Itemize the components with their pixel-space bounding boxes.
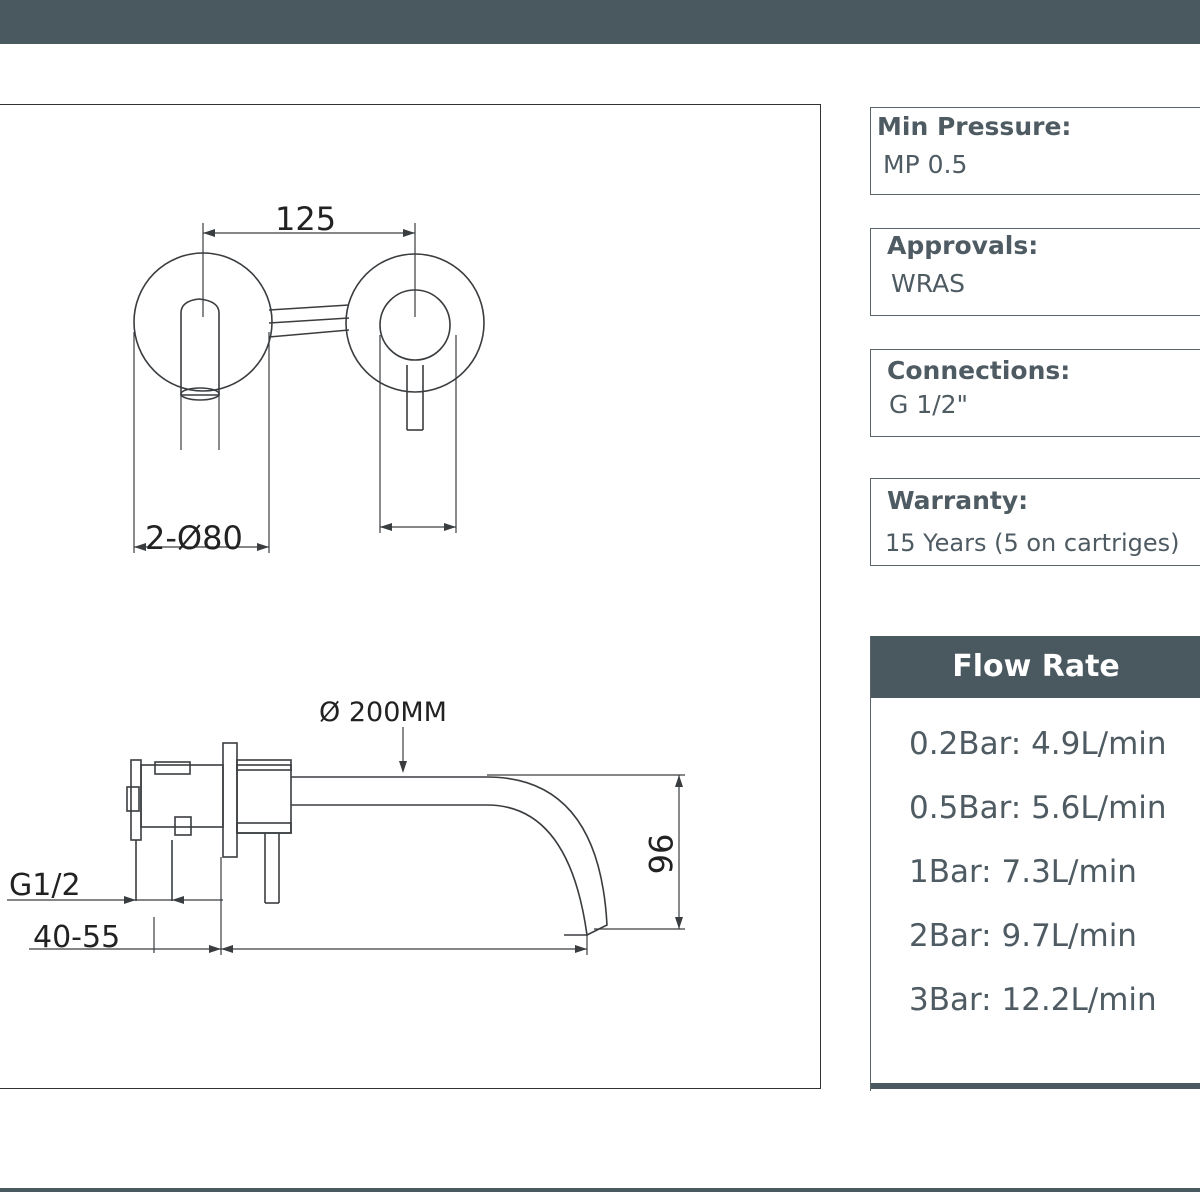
technical-drawing-frame: 125 2-Ø80 Ø 200MM 96 G1/2 40-55 xyxy=(0,104,821,1089)
spec-label-approvals: Approvals: xyxy=(887,231,1039,260)
technical-drawing: 125 2-Ø80 Ø 200MM 96 G1/2 40-55 xyxy=(7,200,685,955)
flow-rate-title: Flow Rate xyxy=(952,649,1120,684)
spec-value-approvals: WRAS xyxy=(891,269,966,298)
flow-rate-panel: Flow Rate 0.2Bar: 4.9L/min 0.5Bar: 5.6L/… xyxy=(870,636,1200,1091)
bottom-rule xyxy=(0,1188,1200,1192)
arrow xyxy=(675,917,683,929)
dim-label-plate: 2-Ø80 xyxy=(145,519,243,557)
flow-row-1bar: 1Bar: 7.3L/min xyxy=(909,854,1137,890)
spec-label-min-pressure: Min Pressure: xyxy=(877,112,1072,141)
spec-box-min-pressure: Min Pressure: MP 0.5 xyxy=(870,107,1200,195)
arrow xyxy=(172,896,184,904)
valve-bottom-nut xyxy=(174,816,192,836)
spout-front xyxy=(180,298,220,396)
dim-label-125: 125 xyxy=(275,200,336,238)
spout-side xyxy=(291,776,608,937)
spec-value-connections: G 1/2" xyxy=(889,390,969,419)
flow-row-0-2bar: 0.2Bar: 4.9L/min xyxy=(909,726,1167,762)
spec-value-min-pressure: MP 0.5 xyxy=(883,150,968,179)
wall-plate xyxy=(222,742,238,858)
valve-top-nut xyxy=(154,761,191,775)
spec-label-connections: Connections: xyxy=(887,356,1071,385)
spec-box-warranty: Warranty: 15 Years (5 on cartriges) xyxy=(870,478,1200,566)
flow-row-3bar: 3Bar: 12.2L/min xyxy=(909,982,1157,1018)
flow-row-0-5bar: 0.5Bar: 5.6L/min xyxy=(909,790,1167,826)
dim-label-connection: G1/2 xyxy=(9,868,81,903)
spec-box-connections: Connections: G 1/2" xyxy=(870,349,1200,437)
arrow xyxy=(203,229,215,237)
arrow xyxy=(209,945,221,953)
pipe-line-3 xyxy=(268,329,350,338)
arrow xyxy=(124,896,136,904)
arrow xyxy=(380,523,392,531)
dim-label-spout: Ø 200MM xyxy=(319,697,447,728)
spec-label-warranty: Warranty: xyxy=(887,486,1029,515)
handle-bottom xyxy=(236,822,292,834)
pipe-line-1 xyxy=(268,304,350,311)
arrow xyxy=(444,523,456,531)
spout-outlet xyxy=(180,387,220,401)
front-view xyxy=(133,223,485,553)
arrow xyxy=(257,543,269,551)
spec-value-warranty: 15 Years (5 on cartriges) xyxy=(885,529,1180,557)
flow-rate-header: Flow Rate xyxy=(871,636,1200,698)
arrow xyxy=(675,775,683,787)
dim-label-height: 96 xyxy=(641,834,679,875)
dim-label-depth: 40-55 xyxy=(33,920,120,955)
arrow xyxy=(403,229,415,237)
flow-row-2bar: 2Bar: 9.7L/min xyxy=(909,918,1137,954)
arrow xyxy=(399,761,407,773)
valve-side-port xyxy=(126,786,140,812)
arrow xyxy=(575,945,587,953)
spec-box-approvals: Approvals: WRAS xyxy=(870,228,1200,316)
pipe-line-2 xyxy=(268,317,350,324)
top-header-bar xyxy=(0,0,1200,44)
flow-rate-bottom-bar xyxy=(871,1083,1200,1089)
arrow xyxy=(221,945,233,953)
